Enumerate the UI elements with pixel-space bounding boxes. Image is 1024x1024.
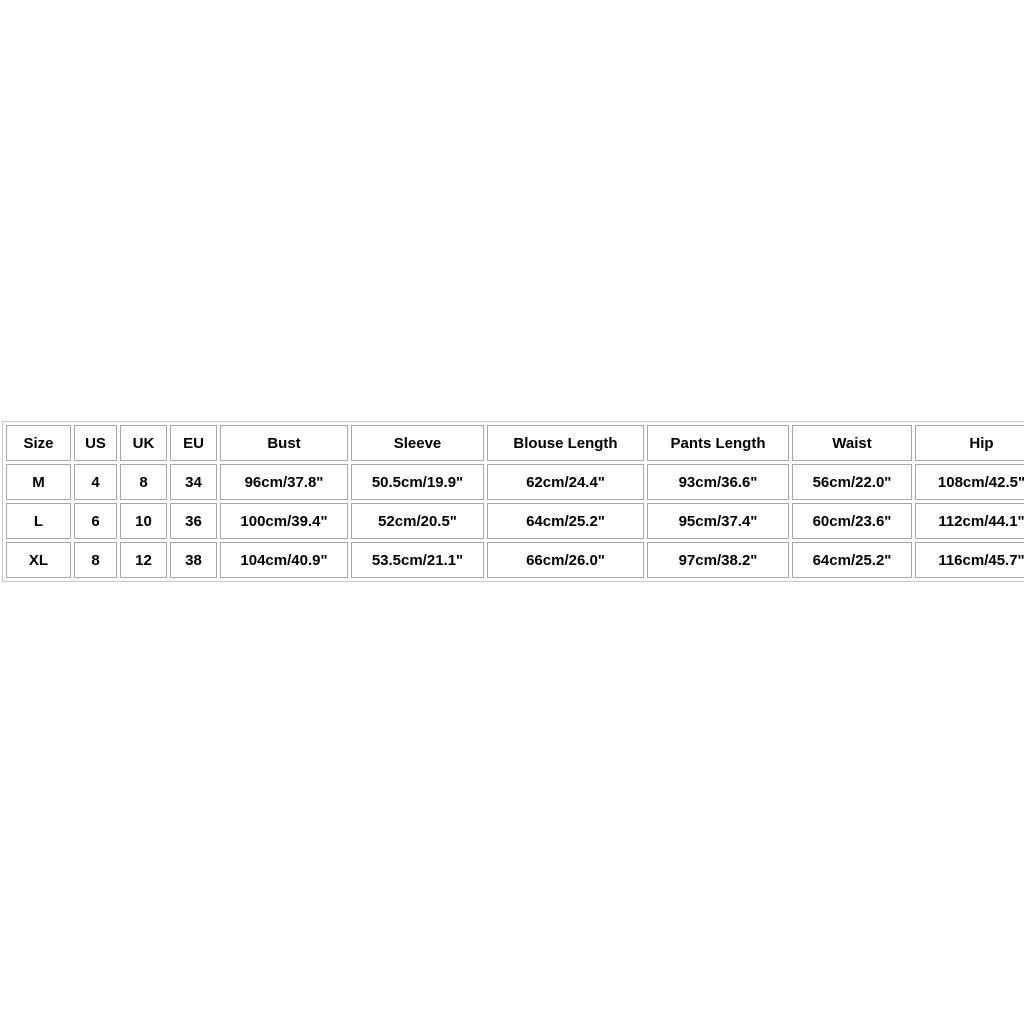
cell-sleeve: 53.5cm/21.1" [351, 542, 484, 578]
table-header-row: Size US UK EU Bust Sleeve Blouse Length … [6, 425, 1024, 461]
cell-size: M [6, 464, 71, 500]
table-row: L 6 10 36 100cm/39.4" 52cm/20.5" 64cm/25… [6, 503, 1024, 539]
table-row: XL 8 12 38 104cm/40.9" 53.5cm/21.1" 66cm… [6, 542, 1024, 578]
cell-hip: 112cm/44.1" [915, 503, 1024, 539]
cell-us: 6 [74, 503, 117, 539]
cell-blouse-length: 64cm/25.2" [487, 503, 644, 539]
cell-uk: 10 [120, 503, 167, 539]
cell-sleeve: 52cm/20.5" [351, 503, 484, 539]
cell-hip: 108cm/42.5" [915, 464, 1024, 500]
cell-pants-length: 97cm/38.2" [647, 542, 789, 578]
column-header-sleeve: Sleeve [351, 425, 484, 461]
cell-eu: 36 [170, 503, 217, 539]
column-header-uk: UK [120, 425, 167, 461]
cell-waist: 64cm/25.2" [792, 542, 912, 578]
cell-us: 4 [74, 464, 117, 500]
size-chart-table: Size US UK EU Bust Sleeve Blouse Length … [2, 421, 1024, 582]
cell-blouse-length: 66cm/26.0" [487, 542, 644, 578]
cell-sleeve: 50.5cm/19.9" [351, 464, 484, 500]
cell-blouse-length: 62cm/24.4" [487, 464, 644, 500]
cell-pants-length: 95cm/37.4" [647, 503, 789, 539]
column-header-us: US [74, 425, 117, 461]
size-chart-container: Size US UK EU Bust Sleeve Blouse Length … [2, 421, 1024, 582]
cell-eu: 38 [170, 542, 217, 578]
cell-bust: 104cm/40.9" [220, 542, 348, 578]
cell-waist: 60cm/23.6" [792, 503, 912, 539]
cell-waist: 56cm/22.0" [792, 464, 912, 500]
column-header-eu: EU [170, 425, 217, 461]
cell-pants-length: 93cm/36.6" [647, 464, 789, 500]
cell-us: 8 [74, 542, 117, 578]
cell-uk: 8 [120, 464, 167, 500]
cell-hip: 116cm/45.7" [915, 542, 1024, 578]
table-row: M 4 8 34 96cm/37.8" 50.5cm/19.9" 62cm/24… [6, 464, 1024, 500]
column-header-blouse-length: Blouse Length [487, 425, 644, 461]
column-header-bust: Bust [220, 425, 348, 461]
cell-size: L [6, 503, 71, 539]
cell-bust: 96cm/37.8" [220, 464, 348, 500]
column-header-hip: Hip [915, 425, 1024, 461]
column-header-pants-length: Pants Length [647, 425, 789, 461]
column-header-waist: Waist [792, 425, 912, 461]
cell-bust: 100cm/39.4" [220, 503, 348, 539]
cell-size: XL [6, 542, 71, 578]
cell-eu: 34 [170, 464, 217, 500]
column-header-size: Size [6, 425, 71, 461]
cell-uk: 12 [120, 542, 167, 578]
